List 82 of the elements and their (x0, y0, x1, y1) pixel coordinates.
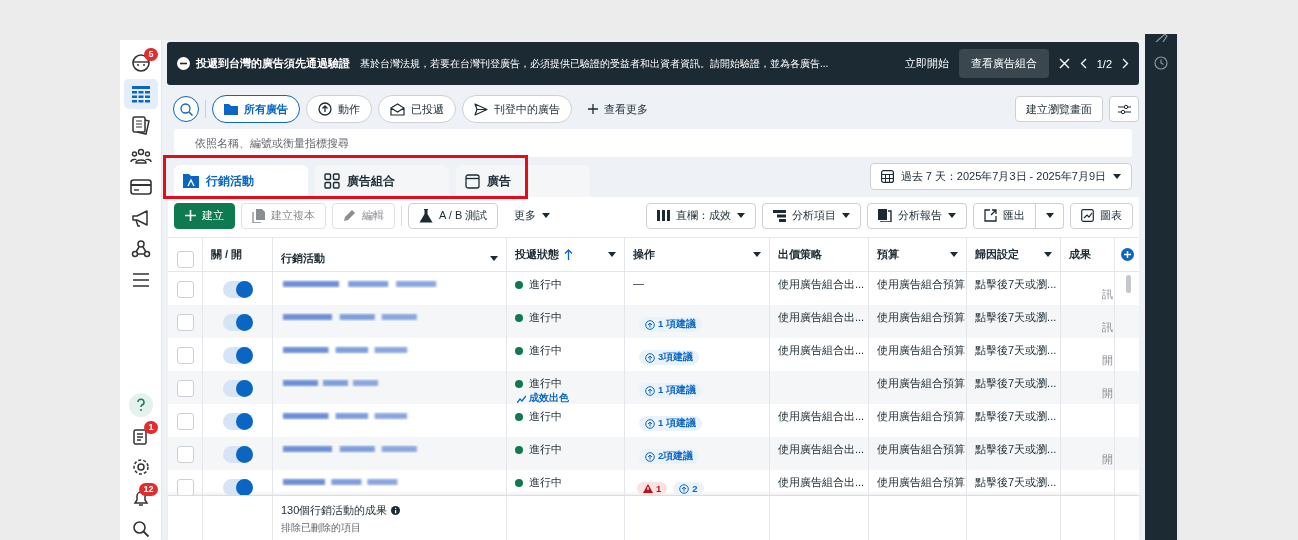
table-cell: 使用廣告組合出... (778, 278, 865, 290)
table-cell: 使用廣告組合預算 (877, 344, 965, 356)
dropdown-button[interactable]: 分析項目 (762, 202, 861, 229)
column-header[interactable]: 預算 (869, 238, 967, 272)
status-text: 進行中 (529, 376, 562, 391)
suggestion-tag[interactable]: 3項建議 (639, 350, 700, 365)
table-cell: 使用廣告組合出... (778, 311, 865, 323)
column-header[interactable]: 關 / 開 (203, 238, 273, 272)
view-ad-sets-button[interactable]: 查看廣告組合 (958, 49, 1049, 78)
status-text: 進行中 (529, 310, 562, 325)
table-cell: 使用廣告組合出... (778, 344, 865, 356)
toolbar-button[interactable]: A / B 測試 (408, 202, 499, 229)
results-summary: 130個行銷活動的成果 (281, 503, 388, 518)
search-field[interactable]: 依照名稱、編號或衡量指標搜尋 (174, 129, 1132, 157)
column-header[interactable]: 歸因設定 (967, 238, 1061, 272)
table-cell: 使用廣告組合預算 (877, 377, 965, 389)
page-counter: 1/2 (1096, 57, 1112, 70)
date-range-picker[interactable]: 過去 7 天：2025年7月3日 - 2025年7月9日 (869, 163, 1132, 190)
table-cell: 使用廣告組合預算 (877, 410, 965, 422)
status-text: 進行中 (529, 409, 562, 424)
table-cell: 開 (1102, 386, 1113, 401)
column-header[interactable]: 操作 (625, 238, 770, 272)
tab[interactable]: 行銷活動 (174, 165, 308, 197)
sidebar-item[interactable]: 5 (123, 48, 158, 78)
toolbar-button[interactable]: 編輯 (332, 202, 395, 229)
dropdown-button[interactable]: 直欄：成效 (646, 202, 756, 229)
suggestion-tag[interactable]: 1 項建議 (639, 416, 702, 431)
table-cell: 點擊後7天或瀏... (975, 377, 1057, 389)
notification-badge: 1 (144, 421, 158, 434)
status-text: 進行中 (529, 277, 562, 292)
tab[interactable]: 廣告 (456, 165, 590, 197)
dropdown-button[interactable]: 分析報告 (867, 202, 967, 229)
table-cell: 點擊後7天或瀏... (975, 443, 1057, 455)
table-cell: 使用廣告組合出... (778, 443, 865, 455)
table-cell: 使用廣告組合預算 (877, 278, 965, 290)
table-cell: 點擊後7天或瀏... (975, 410, 1057, 422)
table-cell: 訊 (1102, 320, 1113, 335)
toolbar-button[interactable]: 建立複本 (241, 202, 326, 229)
filter-chip[interactable]: 刊登中的廣告 (462, 95, 572, 123)
table-cell: 使用廣告組合預算 (877, 476, 965, 488)
status-text: 進行中 (529, 343, 562, 358)
table-cell: 使用廣告組合預算 (877, 443, 965, 455)
suggestion-tag[interactable]: 2 (673, 482, 704, 495)
performance-tag: 成效出色 (517, 392, 616, 405)
table-cell: 使用廣告組合出... (778, 410, 865, 422)
action-text: — (633, 277, 644, 289)
create-view-button[interactable]: 建立瀏覽畫面 (1015, 96, 1103, 122)
table-cell: 訊 (1102, 287, 1113, 302)
sidebar-item[interactable]: 12 (123, 483, 158, 513)
filter-chip[interactable]: 所有廣告 (212, 95, 300, 123)
column-header[interactable]: 成果 (1061, 238, 1115, 272)
suggestion-tag[interactable]: 1 項建議 (639, 383, 702, 398)
chart-button[interactable]: 圖表 (1070, 202, 1133, 229)
table-cell: 開 (1102, 452, 1113, 467)
table-cell: 開 (1102, 353, 1113, 368)
start-link[interactable]: 立即開始 (904, 56, 949, 71)
create-button[interactable]: 建立 (174, 202, 235, 229)
footer-note: 排除已刪除的項目 (281, 522, 362, 535)
column-header[interactable]: 投遞狀態 (507, 238, 625, 272)
column-header[interactable]: 行銷活動 (273, 238, 507, 272)
banner-text: 基於台灣法規，若要在台灣刊登廣告，必須提供已驗證的受益者和出資者資訊。請開始驗證，並為各廣告... (360, 56, 830, 71)
status-text: 進行中 (529, 475, 562, 490)
suggestion-tag[interactable]: 1 項建議 (639, 317, 702, 332)
suggestion-tag[interactable]: 2項建議 (639, 449, 700, 464)
notification-badge: 12 (139, 483, 158, 496)
sidebar-item[interactable]: 1 (123, 421, 158, 451)
filter-chip[interactable]: 動作 (306, 95, 372, 123)
banner-title: 投遞到台灣的廣告須先通過驗證 (196, 56, 350, 71)
filter-chip[interactable]: 已投遞 (378, 95, 456, 123)
notification-badge: 5 (144, 48, 158, 61)
table-cell: 點擊後7天或瀏... (975, 278, 1057, 290)
export-button[interactable]: 匯出 (973, 202, 1036, 229)
status-text: 進行中 (529, 442, 562, 457)
error-tag[interactable]: 1 (637, 482, 668, 495)
column-header[interactable]: 出價策略 (770, 238, 869, 272)
table-cell: 使用廣告組合出... (778, 476, 865, 488)
table-cell: 點擊後7天或瀏... (975, 344, 1057, 356)
tab[interactable]: 廣告組合 (315, 165, 449, 197)
see-more-button[interactable]: 查看更多 (582, 100, 654, 118)
table-cell: 點擊後7天或瀏... (975, 311, 1057, 323)
table-cell: 點擊後7天或瀏... (975, 476, 1057, 488)
table-cell: 使用廣告組合預算 (877, 311, 965, 323)
